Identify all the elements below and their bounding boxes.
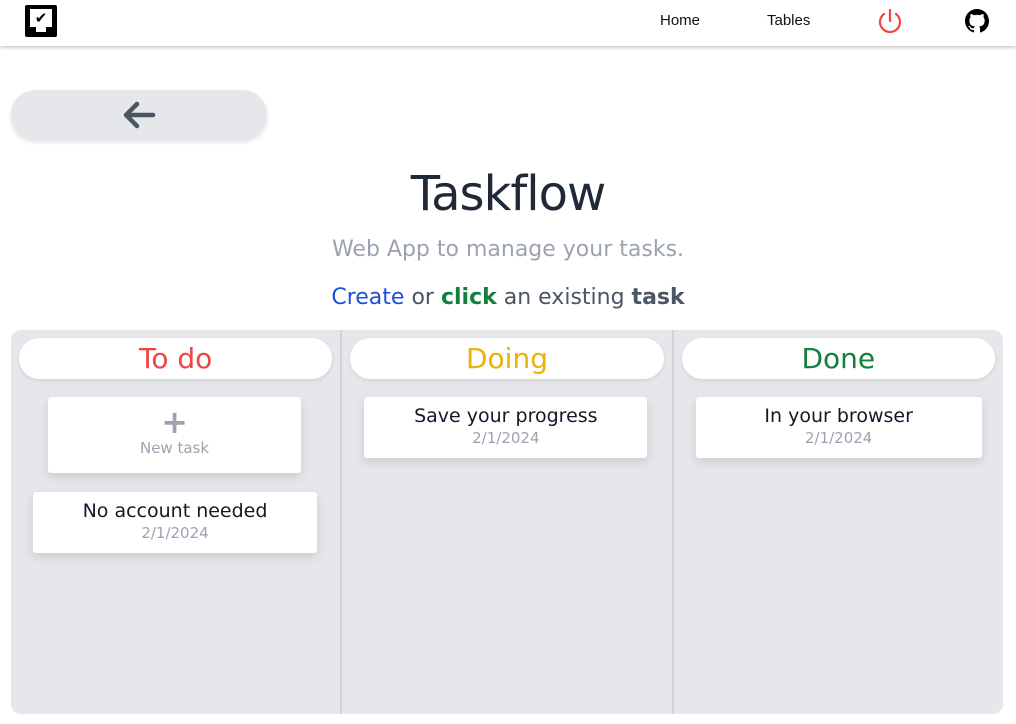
new-task-button[interactable]: + New task <box>48 397 301 473</box>
create-word: Create <box>331 285 405 310</box>
column-title-todo: To do <box>19 338 333 379</box>
nav-tables-link[interactable]: Tables <box>767 12 810 29</box>
github-icon[interactable] <box>965 9 989 33</box>
kanban-board: To do + New task No account needed 2/1/2… <box>11 330 1003 714</box>
nav-home-link[interactable]: Home <box>660 12 700 29</box>
middle-text: an existing <box>496 285 632 310</box>
column-doing: Doing Save your progress 2/1/2024 <box>342 330 674 714</box>
task-card[interactable]: No account needed 2/1/2024 <box>33 492 317 553</box>
task-title: In your browser <box>764 405 913 427</box>
arrow-left-icon <box>123 101 156 128</box>
instructions: Create or click an existing task <box>0 285 1016 310</box>
page-title: Taskflow <box>410 166 606 222</box>
power-icon[interactable] <box>877 8 903 36</box>
page-subtitle: Web App to manage your tasks. <box>331 237 685 262</box>
task-date: 2/1/2024 <box>141 524 209 542</box>
task-date: 2/1/2024 <box>804 429 873 447</box>
plus-icon: + <box>161 403 188 441</box>
column-title-doing: Doing <box>350 338 664 379</box>
navbar: ✔ Home Tables <box>0 0 1016 46</box>
task-title: No account needed <box>82 500 268 522</box>
column-done: Done In your browser 2/1/2024 <box>674 330 1003 714</box>
logo-icon[interactable]: ✔ <box>25 5 57 37</box>
or-word: or <box>404 285 441 310</box>
column-title-done: Done <box>681 338 995 379</box>
task-title: Save your progress <box>414 405 598 427</box>
task-date: 2/1/2024 <box>472 429 540 447</box>
task-card[interactable]: In your browser 2/1/2024 <box>695 397 982 458</box>
click-word: click <box>440 285 497 310</box>
task-card[interactable]: Save your progress 2/1/2024 <box>364 397 648 458</box>
task-word: task <box>631 285 685 310</box>
column-todo: To do + New task No account needed 2/1/2… <box>11 330 343 714</box>
back-button[interactable] <box>11 90 267 139</box>
new-task-label: New task <box>139 439 210 457</box>
